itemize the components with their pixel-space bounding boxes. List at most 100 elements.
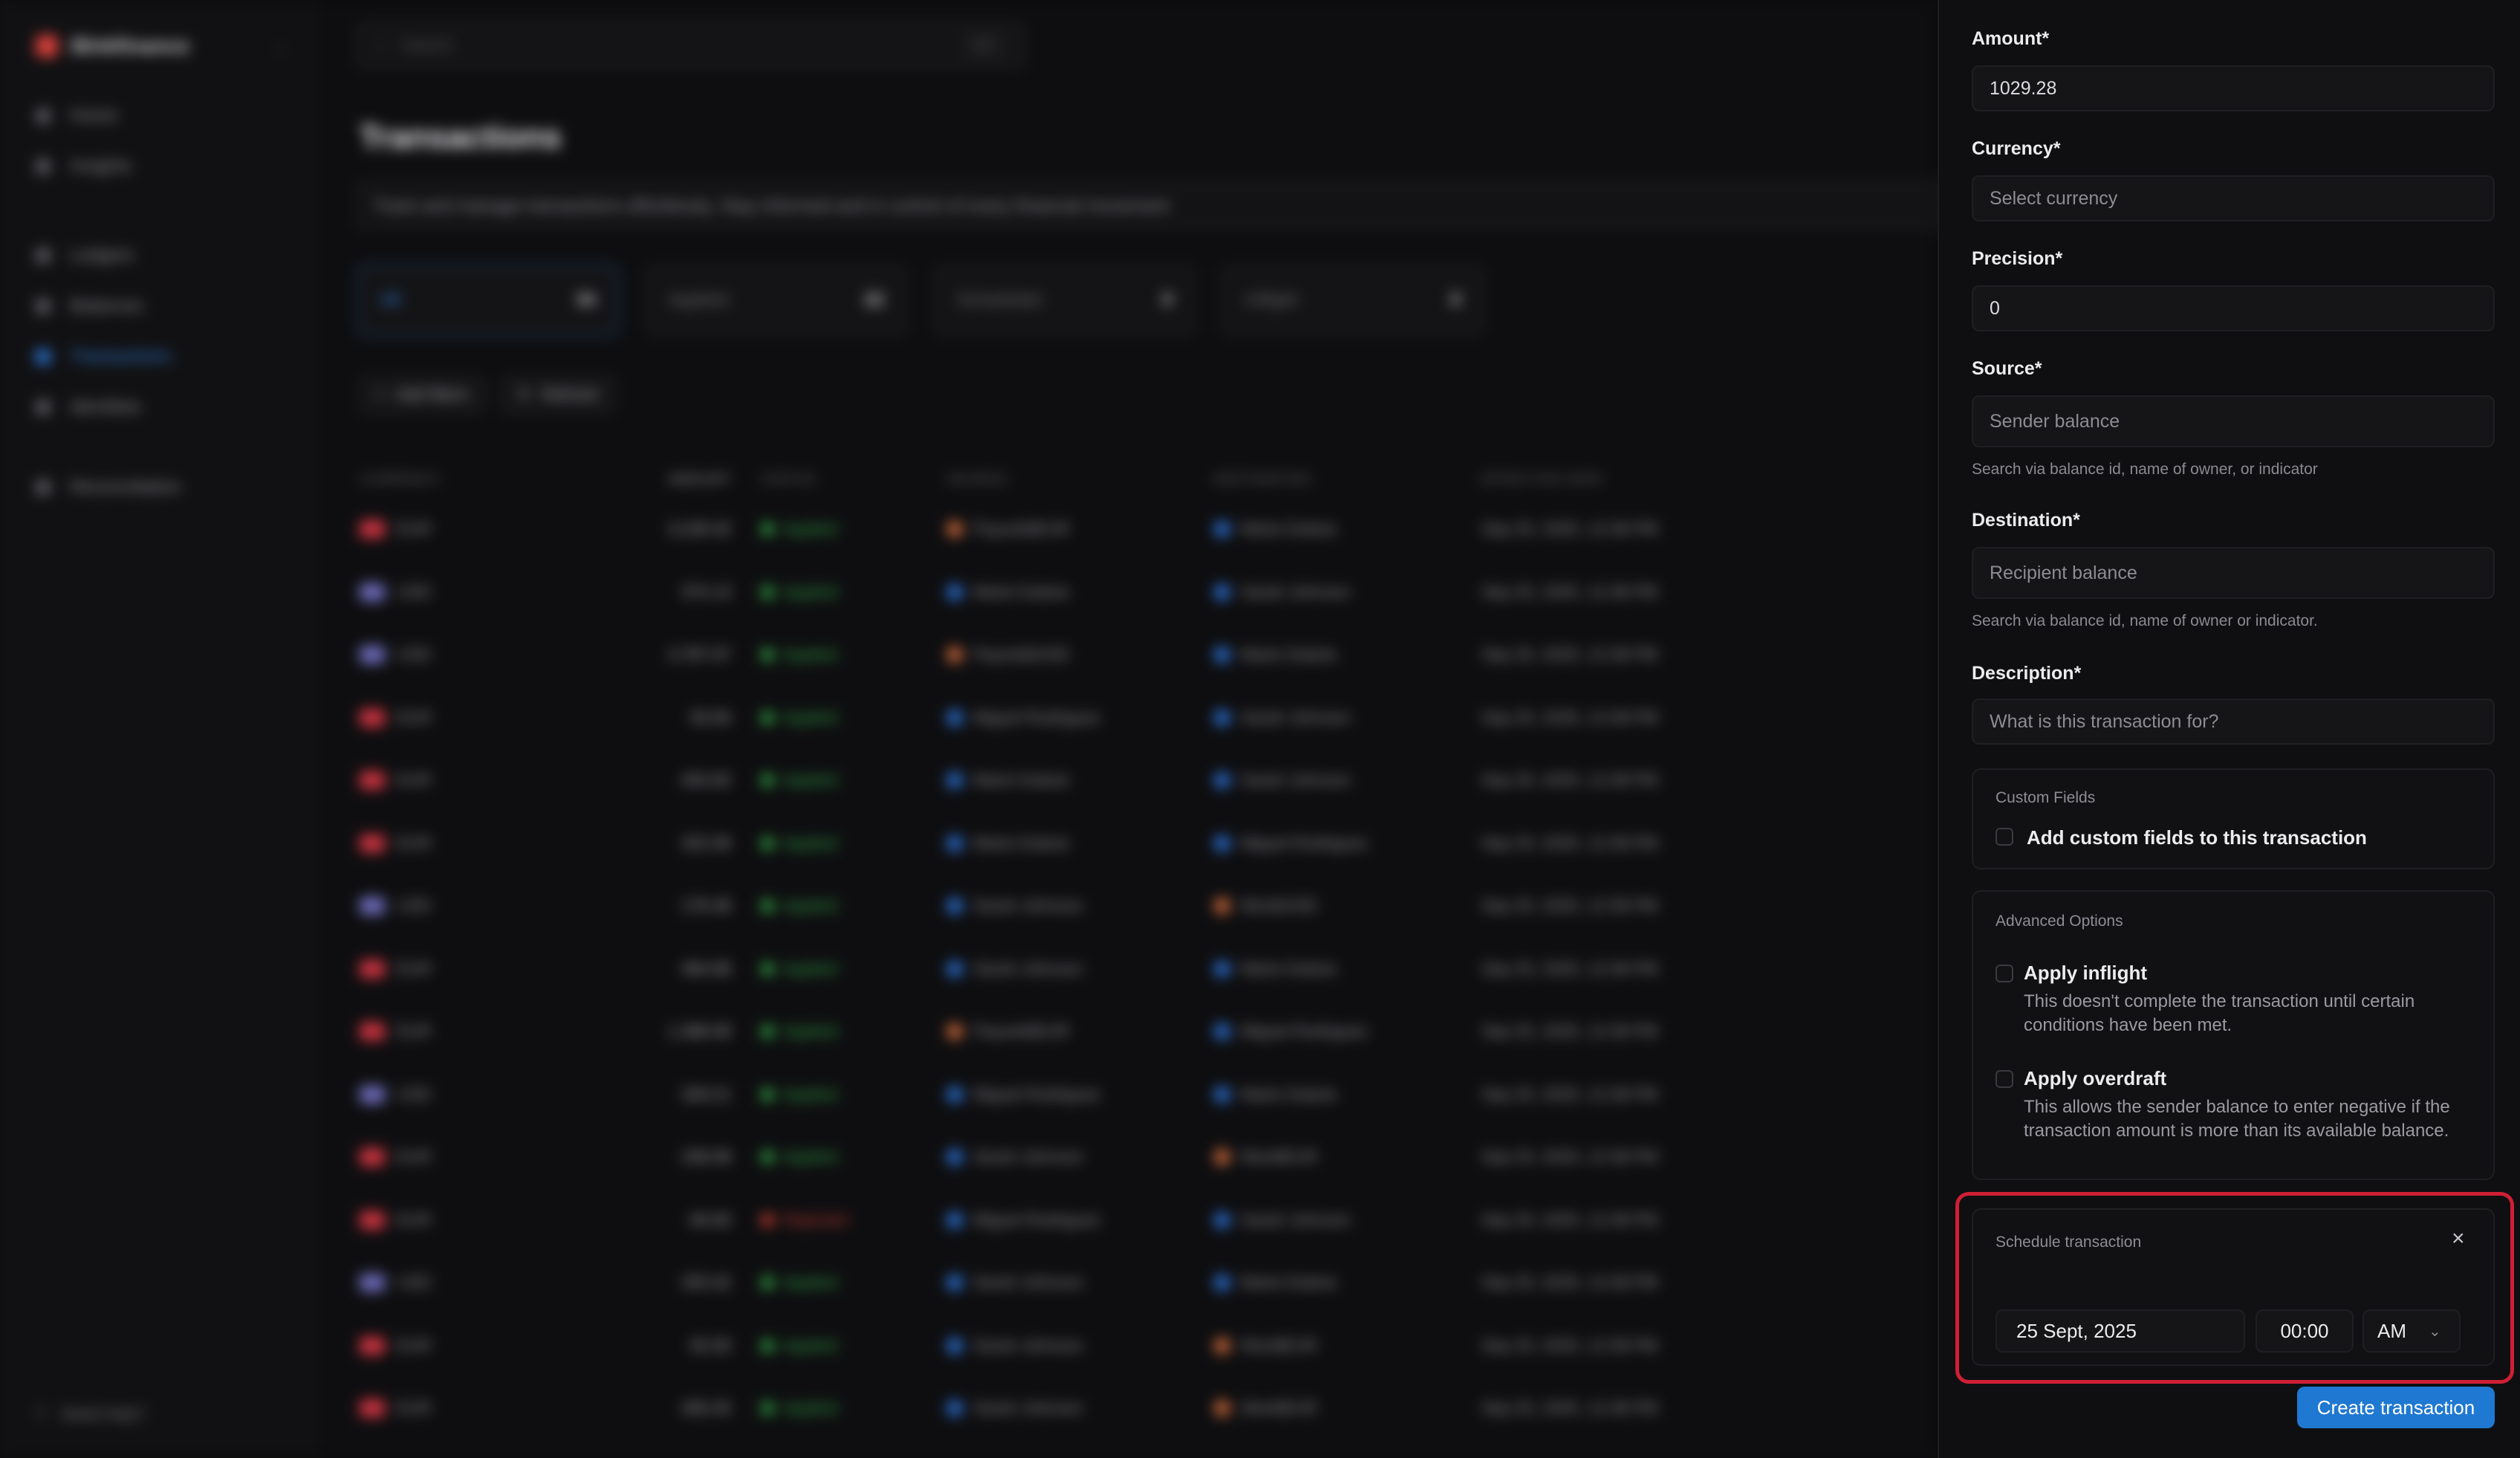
amount-cell: 1,388.08 — [667, 1022, 731, 1041]
table-row[interactable]: EUR 1,388.08 Applied PaysolidEUR Miguel Rodr… — [360, 1000, 1920, 1063]
status-dot-icon — [761, 1338, 774, 1352]
meridiem-select[interactable]: AM ⌄ — [2362, 1309, 2461, 1352]
amount-cell: 3,228.32 — [667, 519, 731, 539]
table-row[interactable]: EUR 323.36 Applied Marie Dubois Miguel Rodri… — [360, 812, 1920, 875]
source-name: Marie Dubois — [973, 582, 1070, 601]
column-header: CURRENCY — [360, 471, 442, 487]
source-search-input[interactable]: Sender balance — [1972, 395, 2495, 447]
search-bar[interactable]: ⌕ Search ⌘K — [357, 22, 1025, 68]
schedule-time-input[interactable]: 00:00 — [2256, 1309, 2354, 1352]
currency-cell: EUR — [360, 1399, 627, 1418]
custom-fields-section: Custom Fields Add custom fields to this … — [1972, 768, 2495, 869]
table-row[interactable]: USD 333.42 Applied Sarah Johnson Marie Duboi… — [360, 1251, 1920, 1315]
table-row[interactable]: USD 374.13 Applied Marie Dubois Sarah Johnso… — [360, 561, 1920, 624]
currency-cell: EUR — [360, 708, 627, 728]
help-icon: ? — [36, 1404, 45, 1423]
table-row[interactable]: USD 3,787.07 Applied PaysolidUSD Marie Duboi… — [360, 623, 1920, 687]
transactions-table: CURRENCY AMOUNT STATUS SOURCE DESTINATION EFF… — [360, 461, 1920, 1440]
table-row[interactable]: EUR 3,228.32 Applied PaysolidEUR Marie Duboi… — [360, 498, 1920, 561]
avatar — [1214, 960, 1230, 977]
nav-icon — [36, 159, 51, 174]
flag-icon — [360, 1274, 385, 1292]
avatar — [946, 709, 963, 726]
apply-inflight-label[interactable]: Apply inflight — [2024, 962, 2147, 985]
destination-name: WorldUSD — [1241, 896, 1318, 916]
status-cell: Applied — [761, 771, 946, 790]
avatar — [946, 647, 963, 664]
status-dot-icon — [761, 962, 774, 976]
avatar — [1214, 583, 1230, 600]
avatar — [1214, 1400, 1230, 1417]
create-transaction-button[interactable]: Create transaction — [2297, 1387, 2495, 1428]
amount-cell: 283.25 — [681, 1399, 731, 1418]
source-name: Marie Dubois — [973, 833, 1070, 852]
status-cell: Applied — [761, 1085, 946, 1104]
currency-code: EUR — [397, 833, 432, 852]
sidebar-item-reconciliation[interactable]: Reconciliation — [36, 473, 288, 502]
avatar — [946, 1337, 963, 1354]
background-app: Blnkfinance ‹ Home Insights Ledgers Balance… — [0, 0, 1946, 1458]
status-badge: Applied — [783, 1147, 838, 1167]
effective-date-cell: Sep 25, 2025, 12:38 PM — [1481, 833, 1658, 852]
status-badge: Applied — [783, 519, 838, 539]
destination-name: Miguel Rodriguez — [1241, 1022, 1368, 1041]
sidebar-item-label: Reconciliation — [70, 477, 181, 497]
apply-overdraft-checkbox[interactable] — [1995, 1070, 2013, 1088]
table-row[interactable]: EUR 283.25 Applied Sarah Johnson WorldEUR Sep… — [360, 1377, 1920, 1440]
description-label: Description* — [1972, 663, 2082, 684]
description-input[interactable]: What is this transaction for? — [1972, 699, 2495, 745]
currency-select[interactable]: Select currency — [1972, 175, 2495, 221]
status-cell: Applied — [761, 645, 946, 664]
table-row[interactable]: EUR 93.83 Applied Miguel Rodriguez Sarah Joh… — [360, 687, 1920, 750]
destination-cell: Sarah Johnson — [1214, 771, 1481, 790]
tab-inflight[interactable]: Inflight 0 — [1221, 265, 1484, 336]
column-header: EFFECTIVE DATE — [1481, 471, 1604, 487]
table-row[interactable]: EUR 84.83 Rejected Miguel Rodriguez Sarah Jo… — [360, 1189, 1920, 1252]
flag-icon — [360, 834, 385, 852]
avatar — [946, 1149, 963, 1166]
nav-icon — [36, 480, 51, 495]
table-row[interactable]: EUR 484.88 Applied Sarah Johnson Marie Duboi… — [360, 938, 1920, 1001]
effective-date-cell: Sep 25, 2025, 12:38 PM — [1481, 1147, 1658, 1167]
search-placeholder: Search — [401, 36, 454, 54]
source-cell: Sarah Johnson — [946, 1147, 1214, 1167]
avatar — [1214, 709, 1230, 726]
table-row[interactable]: EUR 92.83 Applied Sarah Johnson WorldEUR Sep … — [360, 1315, 1920, 1378]
refresh-button[interactable]: ↻ Refresh — [501, 376, 616, 413]
sidebar-item-ledgers[interactable]: Ledgers — [36, 241, 288, 270]
source-name: Miguel Rodriguez — [973, 1210, 1101, 1229]
source-name: PaysolidEUR — [973, 1022, 1070, 1041]
apply-inflight-checkbox[interactable] — [1995, 965, 2013, 982]
sidebar-item-home[interactable]: Home — [36, 101, 288, 131]
table-row[interactable]: EUR 238.08 Applied Sarah Johnson WorldEUR Sep… — [360, 1126, 1920, 1189]
sidebar-collapse-icon[interactable]: ‹ — [278, 39, 283, 58]
column-header: SOURCE — [946, 471, 1009, 487]
add-filters-button[interactable]: + Add filters — [360, 376, 485, 413]
destination-cell: Marie Dubois — [1214, 1273, 1481, 1292]
table-row[interactable]: USD 178.48 Applied Sarah Johnson WorldUSD Sep… — [360, 875, 1920, 938]
status-badge: Applied — [783, 771, 838, 790]
table-row[interactable]: USD 328.21 Applied Miguel Rodriguez Marie Du… — [360, 1063, 1920, 1127]
tab-scheduled[interactable]: Scheduled 0 — [933, 265, 1196, 336]
status-cell: Applied — [761, 834, 946, 853]
help-link[interactable]: ? Need help? — [36, 1404, 145, 1424]
precision-input[interactable]: 0 — [1972, 285, 2495, 331]
amount-cell: 178.48 — [681, 896, 731, 916]
sidebar-item-insights[interactable]: Insights — [36, 152, 288, 181]
custom-fields-checkbox[interactable] — [1995, 828, 2013, 846]
source-name: Sarah Johnson — [973, 1399, 1083, 1418]
apply-overdraft-label[interactable]: Apply overdraft — [2024, 1067, 2166, 1090]
sidebar-item-balances[interactable]: Balances — [36, 291, 288, 321]
close-icon[interactable]: × — [2452, 1226, 2465, 1251]
sidebar-item-identities[interactable]: Identities — [36, 392, 288, 422]
table-row[interactable]: EUR 453.92 Applied Marie Dubois Sarah Johnso… — [360, 749, 1920, 812]
tab-all[interactable]: All 34 — [357, 265, 620, 336]
flag-icon — [360, 1023, 385, 1041]
sidebar-item-transactions[interactable]: Transactions — [36, 342, 288, 372]
amount-input[interactable]: 1029.28 — [1972, 65, 2495, 111]
custom-fields-checkbox-label[interactable]: Add custom fields to this transaction — [2027, 826, 2367, 849]
tab-applied[interactable]: Applied 22 — [645, 265, 908, 336]
avatar — [946, 521, 963, 538]
destination-search-input[interactable]: Recipient balance — [1972, 547, 2495, 599]
schedule-date-input[interactable]: 25 Sept, 2025 — [1995, 1309, 2245, 1352]
